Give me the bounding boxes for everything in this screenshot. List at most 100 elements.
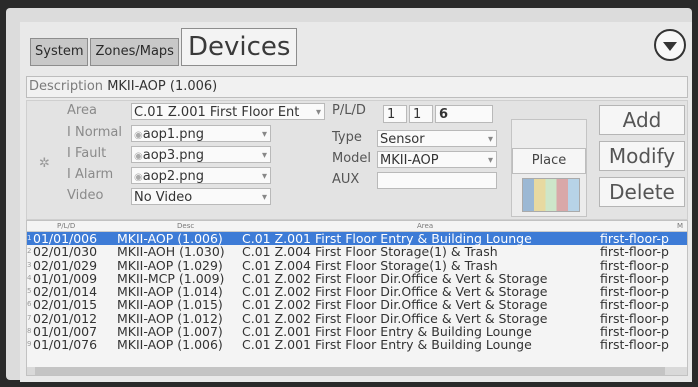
tab-bar: System Zones/Maps Devices — [30, 28, 299, 66]
table-row[interactable]: 9 01/01/076 MKII-AOP (1.006) C.01 Z.001 Fir… — [27, 337, 687, 353]
cell-map: first-floor-p — [600, 270, 669, 286]
tab-devices[interactable]: Devices — [180, 28, 298, 66]
pld-d-field[interactable]: 6 — [435, 105, 493, 123]
cell-map: first-floor-p — [600, 244, 669, 260]
chevron-down-icon: ▾ — [261, 129, 267, 140]
menu-button[interactable] — [654, 29, 686, 61]
type-select[interactable]: Sensor ▾ — [377, 130, 497, 147]
cell-pld: 02/01/029 — [33, 257, 98, 273]
table-row[interactable]: 1 01/01/006 MKII-AOP (1.006) C.01 Z.001 Fir… — [27, 232, 687, 245]
row-number: 7 — [27, 313, 32, 322]
cell-area: C.01 Z.002 First Floor Dir.Office & Vert… — [242, 270, 548, 286]
table-body: 1 01/01/006 MKII-AOP (1.006) C.01 Z.001 Fir… — [27, 232, 687, 352]
cell-desc: MKII-AOP (1.006) — [117, 231, 223, 246]
model-label: Model — [332, 151, 372, 166]
cell-desc: MKII-AOP (1.014) — [117, 284, 223, 300]
chevron-down-icon: ▾ — [261, 150, 267, 161]
col-pld-header[interactable]: P/L/D — [57, 222, 75, 230]
tab-system[interactable]: System — [30, 38, 89, 66]
place-panel: Place — [511, 119, 587, 217]
description-label: Description — [29, 79, 104, 94]
row-number: 2 — [27, 247, 32, 256]
description-row: Description MKII-AOP (1.006) — [26, 76, 688, 98]
cell-area: C.01 Z.004 First Floor Storage(1) & Tras… — [242, 244, 498, 260]
cell-desc: MKII-AOP (1.006) — [117, 337, 223, 353]
table-row[interactable]: 3 02/01/029 MKII-AOP (1.029) C.01 Z.004 Fir… — [27, 257, 687, 273]
chevron-down-icon: ▾ — [487, 134, 493, 145]
type-value: Sensor — [380, 132, 425, 147]
cell-pld: 01/01/006 — [33, 231, 98, 246]
chevron-down-icon — [663, 42, 677, 51]
scrollbar-thumb[interactable] — [35, 367, 665, 375]
video-value: No Video — [134, 190, 193, 205]
cell-desc: MKII-AOP (1.007) — [117, 324, 223, 340]
video-select[interactable]: No Video ▾ — [131, 188, 271, 205]
cell-area: C.01 Z.002 First Floor Dir.Office & Vert… — [242, 284, 548, 300]
device-form: ✲ Area C.01 Z.001 First Floor Ent ▾ I Nor… — [26, 100, 688, 220]
table-row[interactable]: 4 01/01/009 MKII-MCP (1.009) C.01 Z.002 Fir… — [27, 270, 687, 286]
chevron-down-icon: ▾ — [315, 107, 321, 118]
place-button[interactable]: Place — [512, 148, 586, 174]
cell-desc: MKII-AOP (1.029) — [117, 257, 223, 273]
model-select[interactable]: MKII-AOP ▾ — [377, 151, 497, 168]
chevron-down-icon: ▾ — [261, 192, 267, 203]
table-row[interactable]: 5 02/01/014 MKII-AOP (1.014) C.01 Z.002 Fir… — [27, 284, 687, 300]
video-label: Video — [67, 188, 104, 203]
pld-p-field[interactable]: 1 — [383, 105, 407, 123]
cell-pld: 01/01/076 — [33, 337, 98, 353]
cell-desc: MKII-AOP (1.015) — [117, 297, 223, 313]
area-label: Area — [67, 103, 97, 118]
pld-l-field[interactable]: 1 — [409, 105, 433, 123]
normal-select[interactable]: ◉aop1.png ▾ — [131, 125, 271, 142]
description-value: MKII-AOP (1.006) — [107, 79, 218, 94]
cell-pld: 01/01/007 — [33, 324, 98, 340]
aux-label: AUX — [332, 172, 360, 187]
cell-pld: 01/01/009 — [33, 270, 98, 286]
cell-area: C.01 Z.004 First Floor Storage(1) & Tras… — [242, 257, 498, 273]
horizontal-scrollbar[interactable] — [27, 367, 687, 375]
cell-area: C.01 Z.001 First Floor Entry & Building … — [242, 231, 532, 246]
map-thumbnail — [522, 178, 580, 212]
row-number: 4 — [27, 273, 32, 282]
cell-desc: MKII-MCP (1.009) — [117, 270, 225, 286]
image-icon: ◉ — [134, 151, 143, 162]
row-number: 8 — [27, 327, 32, 336]
image-icon: ◉ — [134, 130, 143, 141]
cell-pld: 02/01/030 — [33, 244, 98, 260]
table-row[interactable]: 6 02/01/015 MKII-AOP (1.015) C.01 Z.002 Fir… — [27, 297, 687, 313]
alarm-select[interactable]: ◉aop2.png ▾ — [131, 167, 271, 184]
cell-map: first-floor-p — [600, 337, 669, 353]
chevron-down-icon: ▾ — [261, 171, 267, 182]
table-row[interactable]: 8 01/01/007 MKII-AOP (1.007) C.01 Z.001 Fir… — [27, 324, 687, 340]
type-label: Type — [332, 130, 362, 145]
col-area-header[interactable]: Area — [417, 222, 433, 230]
pld-label: P/L/D — [332, 103, 366, 118]
alarm-label: I Alarm — [67, 167, 114, 182]
cell-map: first-floor-p — [600, 284, 669, 300]
table-row[interactable]: 2 02/01/030 MKII-AOH (1.030) C.01 Z.004 Fir… — [27, 244, 687, 260]
col-map-header[interactable]: M — [677, 222, 683, 230]
cell-pld: 02/01/015 — [33, 297, 98, 313]
table-row[interactable]: 7 02/01/012 MKII-AOP (1.012) C.01 Z.002 Fir… — [27, 310, 687, 326]
fault-select[interactable]: ◉aop3.png ▾ — [131, 146, 271, 163]
chevron-down-icon: ▾ — [487, 155, 493, 166]
modify-button[interactable]: Modify — [599, 141, 685, 171]
delete-button[interactable]: Delete — [599, 177, 685, 207]
normal-label: I Normal — [67, 125, 123, 140]
row-number: 1 — [27, 234, 32, 242]
cell-area: C.01 Z.002 First Floor Dir.Office & Vert… — [242, 297, 548, 313]
col-desc-header[interactable]: Desc — [177, 222, 194, 230]
tab-zones-maps[interactable]: Zones/Maps — [90, 38, 179, 66]
row-number: 6 — [27, 300, 32, 309]
cell-pld: 02/01/012 — [33, 310, 98, 326]
add-button[interactable]: Add — [599, 105, 685, 135]
area-select[interactable]: C.01 Z.001 First Floor Ent ▾ — [131, 103, 325, 120]
cell-area: C.01 Z.001 First Floor Entry & Building … — [242, 337, 532, 353]
cell-map: first-floor-p — [600, 297, 669, 313]
cell-map: first-floor-p — [600, 324, 669, 340]
cell-desc: MKII-AOP (1.012) — [117, 310, 223, 326]
cell-area: C.01 Z.001 First Floor Entry & Building … — [242, 324, 532, 340]
aux-field[interactable] — [377, 172, 497, 189]
normal-value: aop1.png — [142, 127, 205, 142]
gear-icon: ✲ — [39, 156, 50, 171]
